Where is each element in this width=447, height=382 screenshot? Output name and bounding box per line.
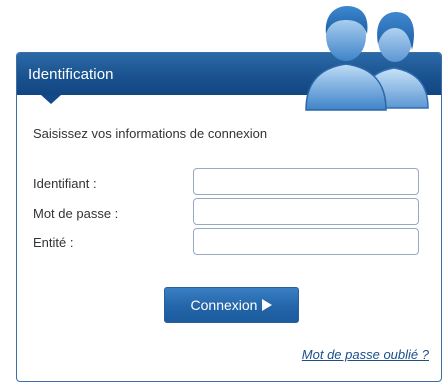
entity-label: Entité : bbox=[33, 235, 74, 250]
password-input[interactable] bbox=[193, 198, 419, 225]
panel-title: Identification bbox=[28, 66, 114, 83]
intro-text: Saisissez vos informations de connexion bbox=[33, 126, 268, 141]
username-label: Identifiant : bbox=[33, 176, 97, 191]
login-button[interactable]: Connexion bbox=[164, 287, 299, 323]
login-button-label: Connexion bbox=[190, 297, 258, 313]
play-icon bbox=[262, 299, 273, 311]
entity-input[interactable] bbox=[193, 228, 419, 255]
forgot-password-link[interactable]: Mot de passe oublié ? bbox=[302, 347, 429, 362]
password-label: Mot de passe : bbox=[33, 206, 119, 221]
users-icon bbox=[305, 6, 429, 111]
username-input[interactable] bbox=[193, 168, 419, 195]
header-notch bbox=[41, 95, 61, 104]
